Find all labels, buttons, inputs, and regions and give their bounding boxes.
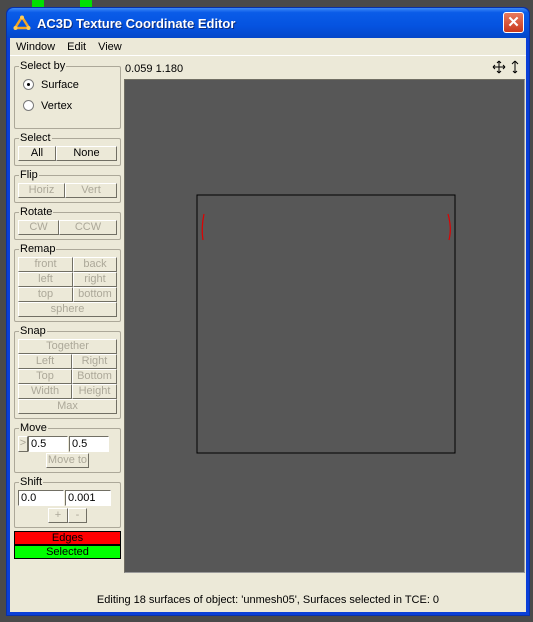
texture-canvas[interactable] [124, 79, 525, 573]
title-bar[interactable]: AC3D Texture Coordinate Editor ✕ [7, 8, 529, 38]
shift-plus-button[interactable]: + [48, 508, 68, 523]
pan-icon[interactable] [492, 60, 506, 74]
menu-edit[interactable]: Edit [67, 41, 86, 53]
shift-y-input[interactable]: 0.001 [65, 490, 111, 506]
remap-right-button[interactable]: right [73, 272, 117, 287]
snap-together-button[interactable]: Together [18, 339, 117, 354]
shift-label: Shift [20, 476, 43, 488]
radio-vertex[interactable]: Vertex [18, 95, 117, 116]
flip-label: Flip [20, 169, 38, 181]
window-title: AC3D Texture Coordinate Editor [37, 15, 236, 31]
remap-label: Remap [20, 243, 56, 255]
ac3d-logo-icon [13, 15, 31, 30]
select-none-button[interactable]: None [56, 146, 117, 161]
snap-top-button[interactable]: Top [18, 369, 72, 384]
vertical-move-icon[interactable] [510, 60, 520, 74]
move-y-input[interactable]: 0.5 [69, 436, 109, 452]
snap-right-button[interactable]: Right [72, 354, 117, 369]
radio-surface-label: Surface [41, 78, 79, 91]
texture-bounds [196, 194, 456, 454]
tool-panel: Select by Surface Vertex Select All None [14, 60, 121, 559]
tce-window: AC3D Texture Coordinate Editor ✕ Window … [6, 7, 530, 616]
rotate-label: Rotate [20, 206, 53, 218]
selected-edge-right [447, 213, 451, 241]
close-icon: ✕ [507, 14, 520, 31]
rotate-cw-button[interactable]: CW [18, 220, 59, 235]
shift-minus-button[interactable]: - [68, 508, 87, 523]
remap-top-button[interactable]: top [18, 287, 73, 302]
radio-vertex-label: Vertex [41, 99, 73, 112]
radio-button[interactable] [23, 100, 34, 111]
texture-viewport [196, 194, 456, 454]
move-group: Move > 0.5 0.5 Move to [14, 422, 121, 473]
snap-width-button[interactable]: Width [18, 384, 72, 399]
select-group: Select All None [14, 132, 121, 166]
menu-bar: Window Edit View [10, 38, 526, 56]
snap-height-button[interactable]: Height [72, 384, 117, 399]
snap-label: Snap [20, 325, 46, 337]
background-desktop [32, 0, 44, 7]
snap-group: Snap Together Left Right Top Bottom Widt… [14, 325, 121, 419]
edges-color-legend: Edges [14, 531, 121, 545]
select-by-label: Select by [20, 60, 66, 72]
move-to-button[interactable]: Move to [46, 453, 89, 468]
rotate-group: Rotate CW CCW [14, 206, 121, 240]
remap-group: Remap front back left right top bottom s… [14, 243, 121, 322]
snap-bottom-button[interactable]: Bottom [72, 369, 117, 384]
snap-left-button[interactable]: Left [18, 354, 72, 369]
remap-sphere-button[interactable]: sphere [18, 302, 117, 317]
remap-bottom-button[interactable]: bottom [73, 287, 117, 302]
remap-back-button[interactable]: back [73, 257, 117, 272]
window-client: Window Edit View Select by Surface Verte… [10, 38, 526, 612]
menu-view[interactable]: View [98, 41, 122, 53]
flip-group: Flip Horiz Vert [14, 169, 121, 203]
menu-window[interactable]: Window [16, 41, 55, 53]
snap-max-button[interactable]: Max [18, 399, 117, 414]
select-by-group: Select by Surface Vertex [14, 60, 121, 129]
radio-surface[interactable]: Surface [18, 74, 117, 95]
flip-vert-button[interactable]: Vert [65, 183, 117, 198]
status-bar: Editing 18 surfaces of object: 'unmesh05… [96, 594, 440, 606]
remap-left-button[interactable]: left [18, 272, 73, 287]
move-label: Move [20, 422, 47, 434]
shift-x-input[interactable]: 0.0 [18, 490, 64, 506]
rotate-ccw-button[interactable]: CCW [59, 220, 117, 235]
background-desktop [80, 0, 92, 7]
view-tools [492, 60, 520, 74]
flip-horiz-button[interactable]: Horiz [18, 183, 65, 198]
shift-group: Shift 0.0 0.001 + - [14, 476, 121, 528]
close-button[interactable]: ✕ [503, 12, 524, 33]
move-x-input[interactable]: 0.5 [28, 436, 68, 452]
select-all-button[interactable]: All [18, 146, 56, 161]
selected-edge-left [201, 213, 205, 241]
select-label: Select [20, 132, 51, 144]
remap-front-button[interactable]: front [18, 257, 73, 272]
cursor-coordinates: 0.059 1.180 [125, 63, 184, 75]
selected-color-legend: Selected [14, 545, 121, 559]
radio-button-checked[interactable] [23, 79, 34, 90]
move-arrow-button[interactable]: > [18, 436, 28, 452]
